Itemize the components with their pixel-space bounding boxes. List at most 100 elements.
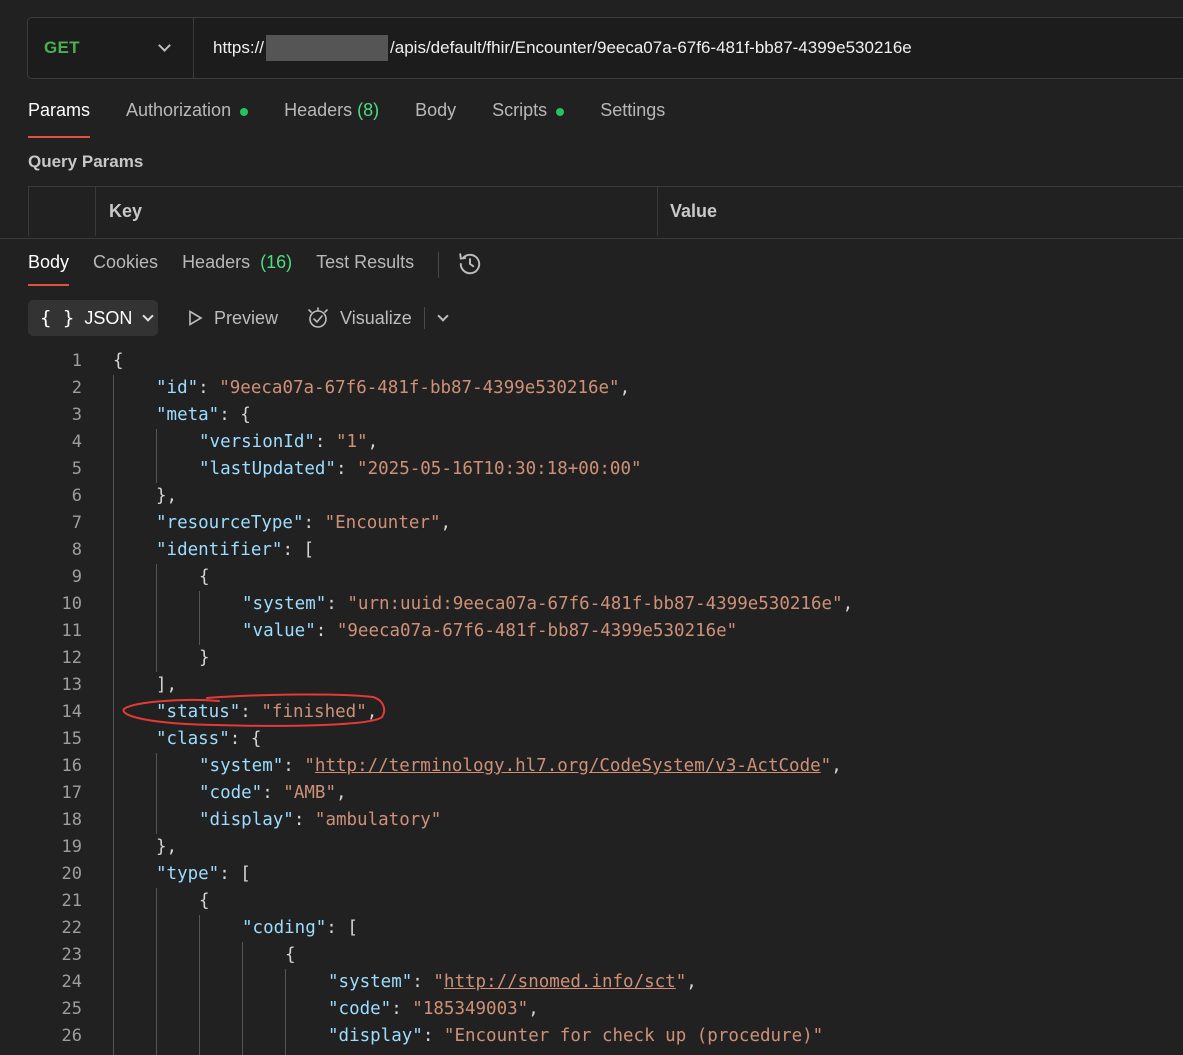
code-line: 3 "meta": { xyxy=(0,402,1183,429)
code-content: "code": "185349003", xyxy=(113,996,539,1023)
chevron-down-icon xyxy=(142,309,155,322)
line-number: 21 xyxy=(61,891,82,911)
line-number: 26 xyxy=(61,1026,82,1046)
json-punct: : [ xyxy=(282,540,315,560)
line-number: 25 xyxy=(61,999,82,1019)
line-number: 12 xyxy=(61,648,82,668)
chevron-down-icon xyxy=(158,39,171,52)
code-content: "status": "finished", xyxy=(113,699,377,726)
key-column-header: Key xyxy=(96,187,658,236)
method-label: GET xyxy=(44,38,80,57)
json-punct: { xyxy=(113,351,124,371)
code-content: "system": "http://terminology.hl7.org/Co… xyxy=(113,753,842,780)
json-punct: : xyxy=(412,972,434,992)
tab-test-results[interactable]: Test Results xyxy=(316,252,414,273)
response-headers-count: (16) xyxy=(260,252,293,272)
json-string: " xyxy=(433,972,444,992)
tab-params[interactable]: Params xyxy=(28,100,91,138)
code-content: "identifier": [ xyxy=(113,537,314,564)
json-string: "AMB" xyxy=(283,783,336,803)
code-content: }, xyxy=(113,834,177,861)
json-key: "display" xyxy=(328,1026,423,1046)
line-number: 4 xyxy=(71,432,82,452)
code-line: 9{ xyxy=(0,564,1183,591)
code-line: 4 "versionId": "1", xyxy=(0,429,1183,456)
preview-button[interactable]: Preview xyxy=(186,308,278,329)
response-body-viewer[interactable]: 1 {2 "id": "9eeca07a-67f6-481f-bb87-4399e5… xyxy=(0,348,1183,1055)
json-punct: , xyxy=(686,972,697,992)
json-string: "Encounter" xyxy=(324,513,441,533)
line-number: 1 xyxy=(71,351,82,371)
code-content: "versionId": "1", xyxy=(113,429,378,456)
json-string: "ambulatory" xyxy=(314,810,442,830)
tab-response-headers[interactable]: Headers (16) xyxy=(182,252,292,273)
json-punct: { xyxy=(199,567,210,587)
json-punct: }, xyxy=(156,486,178,506)
json-key: "type" xyxy=(156,864,220,884)
json-key: "resourceType" xyxy=(156,513,304,533)
json-string: " xyxy=(304,756,315,776)
json-punct: , xyxy=(842,594,854,614)
tab-authorization[interactable]: Authorization xyxy=(126,100,249,140)
separator xyxy=(423,307,425,329)
code-line: 15 "class": { xyxy=(0,726,1183,753)
json-punct: { xyxy=(285,945,296,965)
code-line: 7 "resourceType": "Encounter", xyxy=(0,510,1183,537)
tab-body[interactable]: Body xyxy=(415,100,456,140)
code-content: "type": [ xyxy=(113,861,251,888)
tab-authorization-label: Authorization xyxy=(126,100,232,120)
json-punct: { xyxy=(199,891,210,911)
code-content: "display": "Encounter for check up (proc… xyxy=(113,1023,823,1050)
json-punct: , xyxy=(528,999,539,1019)
request-tabs: Params Authorization Headers (8) Body Scr… xyxy=(28,100,701,140)
response-tabs: Body Cookies Headers (16) Test Results xyxy=(28,252,483,290)
pane-divider[interactable] xyxy=(0,238,1183,239)
url-bar: GET https:// /apis/default/fhir/Encounte… xyxy=(27,17,1183,79)
code-line: 21 { xyxy=(0,888,1183,915)
line-number: 19 xyxy=(61,837,82,857)
line-number: 9 xyxy=(71,567,82,587)
code-content: "display": "ambulatory" xyxy=(113,807,441,834)
code-line: 13], xyxy=(0,672,1183,699)
json-punct: : xyxy=(422,1026,444,1046)
code-content: { xyxy=(113,348,124,375)
tab-headers[interactable]: Headers (8) xyxy=(284,100,379,140)
code-line: 14 "status": "finished", xyxy=(0,699,1183,726)
preview-label: Preview xyxy=(214,307,279,328)
line-number: 6 xyxy=(71,486,82,506)
tab-settings[interactable]: Settings xyxy=(600,100,665,140)
format-select[interactable]: { } JSON xyxy=(28,300,158,336)
history-icon[interactable] xyxy=(457,251,483,277)
json-key: "system" xyxy=(328,972,413,992)
json-link[interactable]: http://snomed.info/sct xyxy=(444,972,676,992)
json-punct: : xyxy=(293,810,315,830)
tab-response-body[interactable]: Body xyxy=(28,252,70,286)
json-string: " xyxy=(675,972,687,992)
code-line: 6}, xyxy=(0,483,1183,510)
chevron-down-icon[interactable] xyxy=(437,309,449,322)
code-line: 24 "system": "http://snomed.info/sct", xyxy=(0,969,1183,996)
json-key: "id" xyxy=(156,378,199,398)
code-line: 22 "coding": [ xyxy=(0,915,1183,942)
code-content: "class": { xyxy=(113,726,261,753)
line-number: 8 xyxy=(71,540,82,560)
visualize-button[interactable]: Visualize xyxy=(306,306,412,330)
code-content: "resourceType": "Encounter", xyxy=(113,510,451,537)
code-content: { xyxy=(113,888,210,915)
json-punct: : xyxy=(262,783,284,803)
tab-scripts[interactable]: Scripts xyxy=(492,100,565,140)
code-content: { xyxy=(113,564,210,591)
url-input[interactable]: https:// /apis/default/fhir/Encounter/9e… xyxy=(194,35,912,61)
code-content: "meta": { xyxy=(113,402,251,429)
tab-settings-label: Settings xyxy=(600,100,666,120)
json-punct: : xyxy=(326,594,348,614)
tab-cookies[interactable]: Cookies xyxy=(93,252,158,273)
json-link[interactable]: http://terminology.hl7.org/CodeSystem/v3… xyxy=(315,756,821,776)
value-column-header: Value xyxy=(670,201,718,221)
method-select[interactable]: GET xyxy=(28,18,194,78)
status-dot-icon xyxy=(556,108,565,116)
json-string: "9eeca07a-67f6-481f-bb87-4399e530216e" xyxy=(336,621,738,641)
json-punct: : xyxy=(283,756,305,776)
json-punct: , xyxy=(619,378,631,398)
code-line: 2 "id": "9eeca07a-67f6-481f-bb87-4399e530… xyxy=(0,375,1183,402)
